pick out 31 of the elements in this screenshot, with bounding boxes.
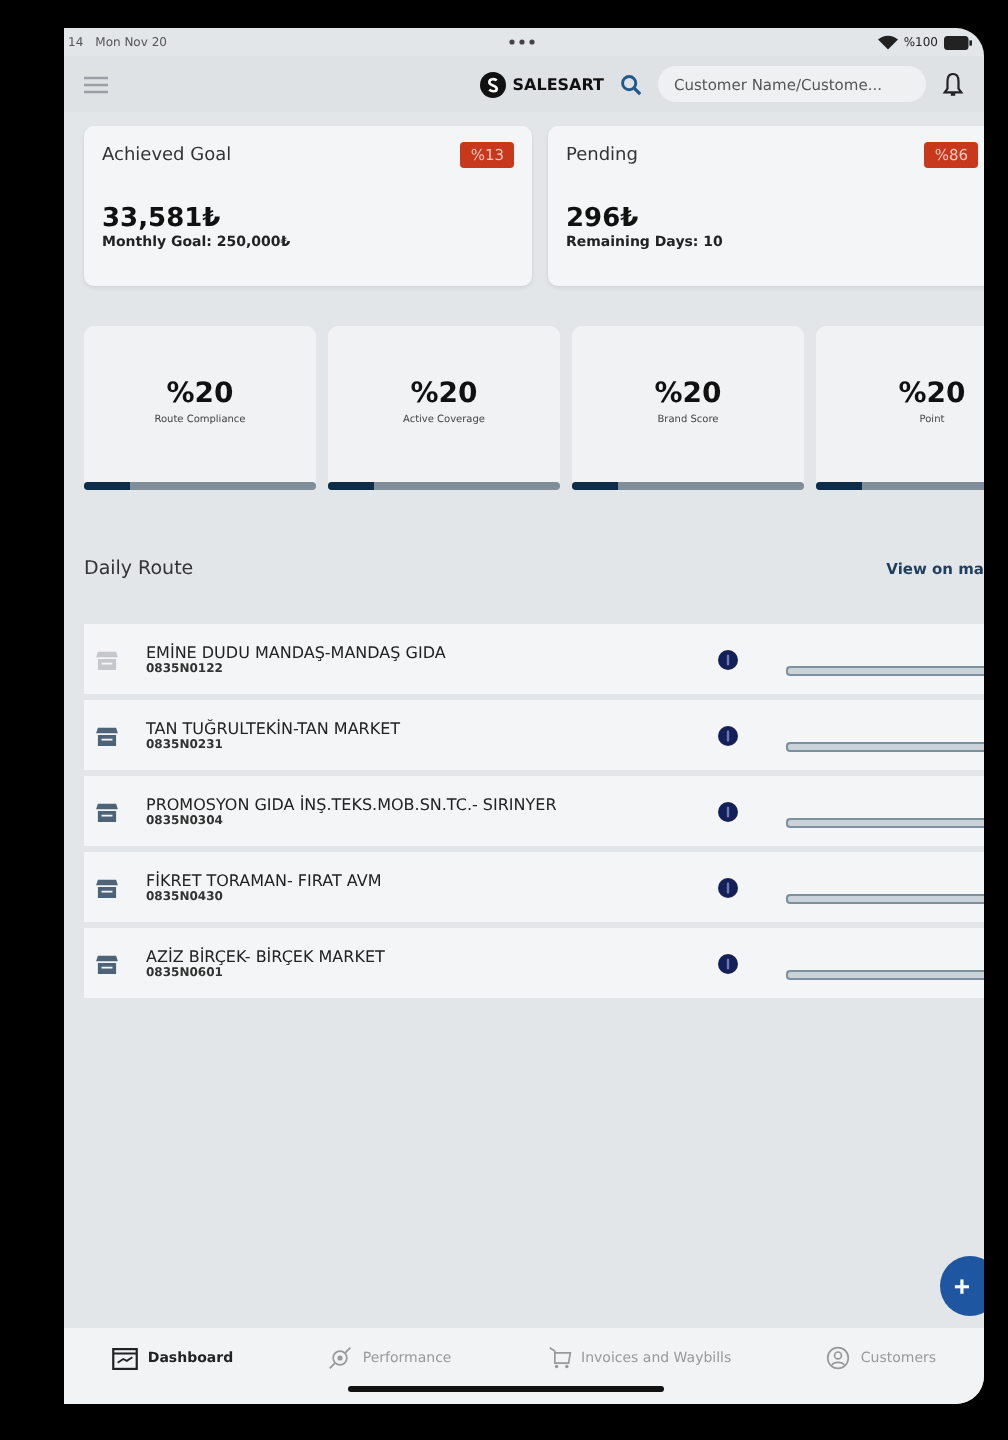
- customer-name: FİKRET TORAMAN- FIRAT AVM: [146, 871, 384, 889]
- customer-name: TAN TUĞRULTEKİN-TAN MARKET: [146, 719, 403, 737]
- battery-icon: [944, 35, 972, 49]
- amount: 296₺: [566, 204, 641, 234]
- section-title: Daily Route: [84, 558, 194, 580]
- bell-icon[interactable]: [942, 71, 964, 97]
- card-title: Achieved Goal: [102, 145, 232, 165]
- card-title: Pending: [566, 145, 638, 165]
- info-icon[interactable]: [718, 801, 738, 821]
- user-icon: [826, 1346, 851, 1370]
- search-icon[interactable]: [620, 73, 642, 95]
- info-icon[interactable]: [718, 877, 738, 897]
- customer-name: PROMOSYON GIDA İNŞ.TEKS.MOB.SN.TC.- SIRINYER: [146, 795, 559, 813]
- wifi-icon: [877, 34, 898, 50]
- target-icon: [328, 1346, 353, 1370]
- amount: 33,581₺: [102, 204, 223, 234]
- customer-name: EMİNE DUDU MANDAŞ-MANDAŞ GIDA: [146, 643, 448, 661]
- info-icon[interactable]: [718, 725, 738, 745]
- kpi-value: %20: [654, 378, 722, 410]
- kpi-value: %20: [410, 378, 478, 410]
- dashboard-icon: [111, 1347, 138, 1369]
- info-icon[interactable]: [718, 953, 738, 973]
- kpi-value: %20: [166, 378, 234, 410]
- multitask-dots-icon: [508, 38, 536, 46]
- cart-icon: [547, 1346, 572, 1370]
- add-button[interactable]: +: [940, 1256, 984, 1316]
- kpi-value: %20: [898, 378, 966, 410]
- customer-name: AZİZ BİRÇEK- BİRÇEK MARKET: [146, 947, 387, 965]
- logo-icon: [480, 71, 507, 97]
- info-icon[interactable]: [718, 649, 738, 669]
- logo-text: SALESART: [512, 75, 604, 93]
